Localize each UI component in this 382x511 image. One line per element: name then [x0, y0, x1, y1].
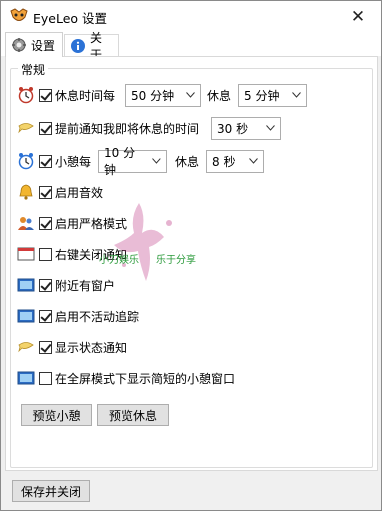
row-rightclick: 右键关闭通知: [17, 242, 127, 266]
info-icon: [70, 38, 86, 54]
row-inactive: 启用不活动追踪: [17, 304, 139, 328]
settings-panel: 常规 休息时间每 50 分钟 休息 5 分钟 提前通知我即将休息的时间 30 秒…: [5, 56, 378, 471]
break-interval-value: 50 分钟: [131, 88, 175, 103]
save-close-button[interactable]: 保存并关闭: [12, 480, 90, 502]
row-near: 附近有窗户: [17, 273, 115, 297]
eyeleo-logo-icon: [10, 8, 28, 24]
chevron-down-icon: [249, 158, 258, 164]
break-rest-label: 休息: [207, 88, 232, 103]
general-group: 常规 休息时间每 50 分钟 休息 5 分钟 提前通知我即将休息的时间 30 秒…: [10, 61, 373, 468]
close-icon: ✕: [350, 6, 366, 27]
preview-break-button[interactable]: 预览休息: [97, 404, 169, 426]
chevron-down-icon: [152, 158, 161, 164]
near-label: 附近有窗户: [55, 278, 116, 293]
row-status: 显示状态通知: [17, 335, 127, 359]
mini-label: 小憩每: [55, 154, 92, 169]
break-interval-select[interactable]: 50 分钟: [125, 83, 202, 107]
mini-interval-value: 10 分钟: [104, 146, 136, 177]
chevron-down-icon: [186, 92, 195, 98]
title-bar: EyeLeo 设置 ✕: [1, 1, 381, 32]
window-icon: [17, 245, 35, 263]
mini-rest-label: 休息: [175, 154, 200, 169]
tab-bar: 设置 关于: [1, 31, 381, 62]
status-label: 显示状态通知: [55, 340, 128, 355]
tab-about[interactable]: 关于: [64, 31, 119, 62]
tab-settings-label: 设置: [31, 38, 56, 53]
row-sound: 启用音效: [17, 180, 103, 204]
mini-interval-select[interactable]: 10 分钟: [98, 146, 168, 177]
gear-icon: [11, 37, 27, 53]
rightclick-label: 右键关闭通知: [55, 247, 128, 262]
preview-mini-button[interactable]: 预览小憩: [21, 404, 92, 426]
monitor-icon: [17, 369, 35, 387]
rightclick-checkbox[interactable]: [39, 247, 52, 261]
message-bubble-icon: [17, 338, 35, 356]
row-break: 休息时间每 50 分钟 休息 5 分钟: [17, 83, 308, 107]
mini-rest-value: 8 秒: [212, 154, 236, 169]
message-bubble-icon: [17, 119, 35, 137]
break-checkbox[interactable]: [39, 88, 52, 102]
near-checkbox[interactable]: [39, 278, 52, 292]
break-rest-value: 5 分钟: [244, 88, 280, 103]
bell-icon: [17, 183, 35, 201]
fullscreen-label: 在全屏模式下显示简短的小憩窗口: [55, 371, 236, 386]
monitor-icon: [17, 276, 35, 294]
status-checkbox[interactable]: [39, 340, 52, 354]
window-title: EyeLeo 设置: [33, 11, 108, 26]
tab-settings[interactable]: 设置: [5, 32, 63, 57]
inactive-checkbox[interactable]: [39, 309, 52, 323]
mini-break-clock-icon: [17, 152, 35, 170]
close-button[interactable]: ✕: [335, 1, 381, 32]
row-strict: 启用严格模式: [17, 211, 127, 235]
group-title: 常规: [18, 61, 49, 78]
notify-label: 提前通知我即将休息的时间: [55, 121, 200, 136]
row-mini: 小憩每 10 分钟 休息 8 秒: [17, 146, 265, 177]
notify-checkbox[interactable]: [39, 121, 52, 135]
break-label: 休息时间每: [55, 88, 116, 103]
strict-label: 启用严格模式: [55, 216, 128, 231]
mini-checkbox[interactable]: [39, 154, 52, 168]
fullscreen-checkbox[interactable]: [39, 371, 52, 385]
mini-rest-select[interactable]: 8 秒: [206, 149, 265, 173]
settings-window: EyeLeo 设置 ✕ 设置 关于 常规 休息时间每 50 分钟 休息 5 分钟…: [0, 0, 382, 511]
chevron-down-icon: [266, 125, 275, 131]
row-notify: 提前通知我即将休息的时间 30 秒: [17, 116, 282, 140]
strict-checkbox[interactable]: [39, 216, 52, 230]
sound-checkbox[interactable]: [39, 185, 52, 199]
chevron-down-icon: [292, 92, 301, 98]
notify-time-value: 30 秒: [217, 121, 249, 136]
users-icon: [17, 214, 35, 232]
inactive-label: 启用不活动追踪: [55, 309, 140, 324]
monitor-icon: [17, 307, 35, 325]
sound-label: 启用音效: [55, 185, 104, 200]
alarm-clock-icon: [17, 86, 35, 104]
row-fullscreen: 在全屏模式下显示简短的小憩窗口: [17, 366, 235, 390]
break-rest-select[interactable]: 5 分钟: [238, 83, 308, 107]
notify-time-select[interactable]: 30 秒: [211, 116, 282, 140]
